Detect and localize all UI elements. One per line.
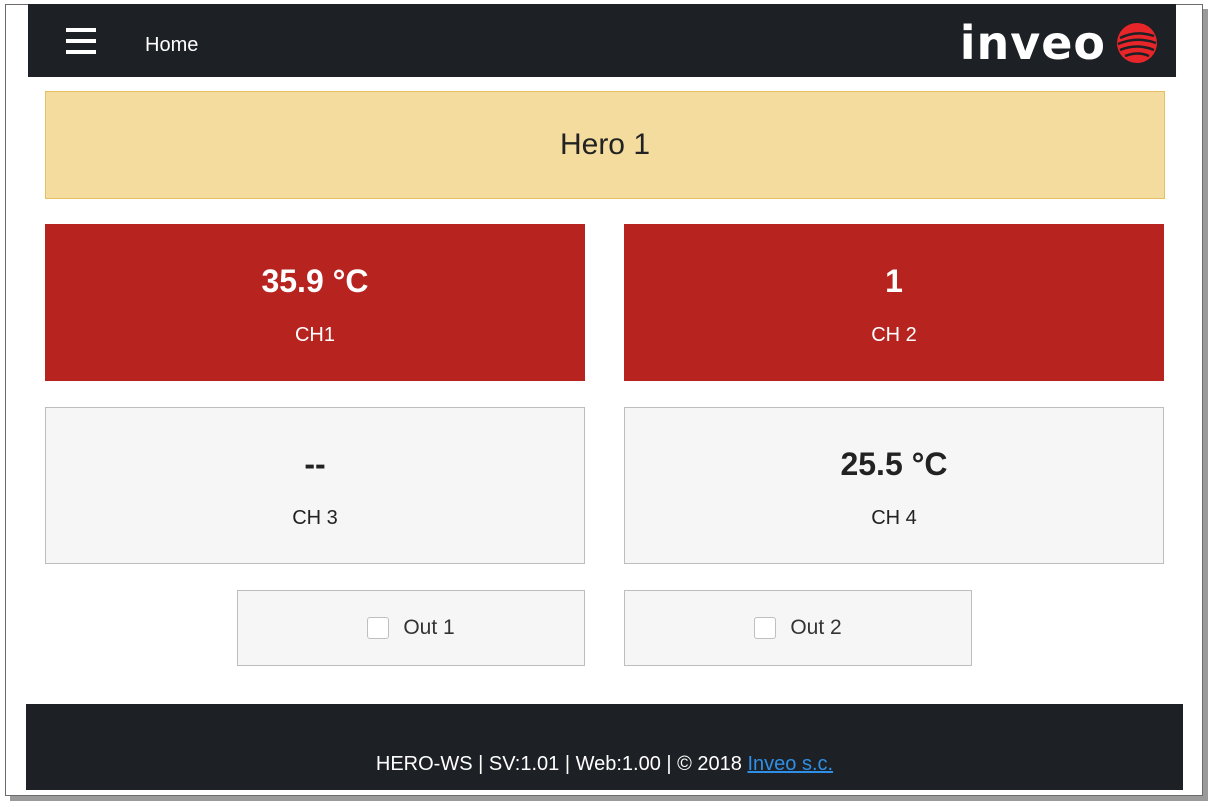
channel-value: 35.9 °C — [261, 262, 369, 299]
output-toggle-out2[interactable]: Out 2 — [624, 590, 972, 666]
output-toggle-out1[interactable]: Out 1 — [237, 590, 585, 666]
striped-red-ball-icon — [1117, 23, 1157, 63]
channel-card-ch4: 25.5 °C CH 4 — [624, 407, 1164, 564]
channel-label: CH1 — [294, 323, 335, 346]
device-name-banner: Hero 1 — [45, 91, 1165, 199]
output-label: Out 2 — [790, 616, 842, 639]
hamburger-menu-icon[interactable] — [66, 28, 96, 54]
footer: HERO-WS | SV:1.01 | Web:1.00 | © 2018 In… — [26, 704, 1183, 790]
channel-card-ch1: 35.9 °C CH1 — [45, 224, 585, 381]
footer-company-link[interactable]: Inveo s.c. — [747, 753, 833, 775]
channel-label: CH 4 — [871, 506, 917, 529]
top-navbar: Home inveo — [28, 4, 1176, 77]
channel-card-ch2: 1 CH 2 — [624, 224, 1164, 381]
channel-value: 25.5 °C — [840, 445, 948, 482]
logo-text: inveo — [959, 16, 1106, 70]
nav-home-link[interactable]: Home — [145, 34, 198, 57]
device-name: Hero 1 — [559, 128, 651, 161]
out1-checkbox[interactable] — [367, 617, 390, 639]
channel-value: -- — [304, 445, 326, 482]
channel-label: CH 2 — [871, 323, 917, 346]
footer-version-info: HERO-WS | SV:1.01 | Web:1.00 | © 2018 — [375, 753, 748, 775]
channel-label: CH 3 — [292, 506, 338, 529]
channel-value: 1 — [885, 262, 903, 299]
output-label: Out 1 — [403, 616, 455, 639]
out2-checkbox[interactable] — [754, 617, 777, 639]
footer-text: HERO-WS | SV:1.01 | Web:1.00 | © 2018 In… — [376, 753, 833, 776]
channel-card-ch3: -- CH 3 — [45, 407, 585, 564]
brand-logo: inveo — [960, 18, 1158, 68]
